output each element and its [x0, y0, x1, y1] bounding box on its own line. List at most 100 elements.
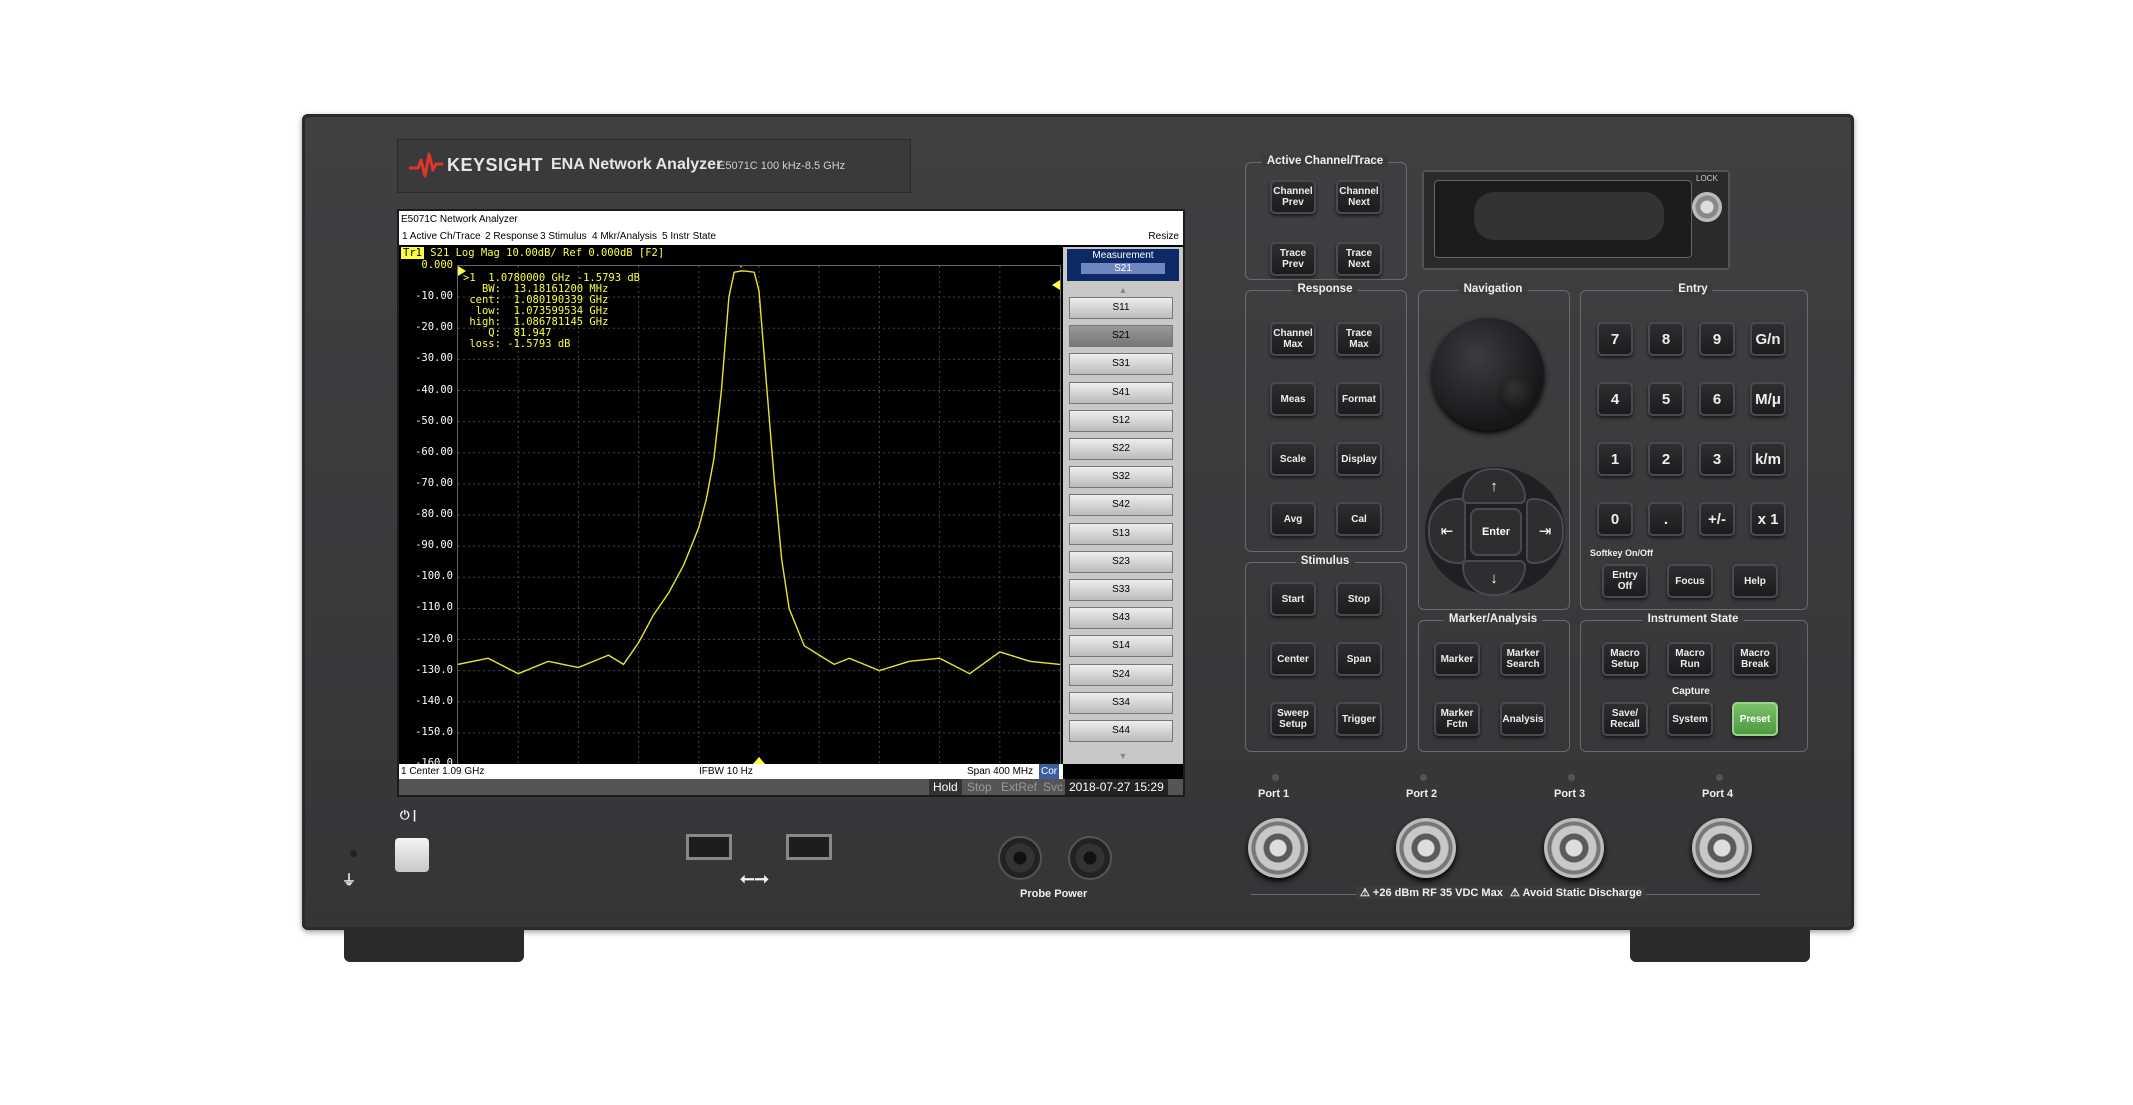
key-save-recall[interactable]: Save/ Recall: [1602, 702, 1648, 736]
usb-port-1[interactable]: [686, 834, 732, 860]
softkey-s43[interactable]: S43: [1069, 607, 1173, 630]
key-entry-8[interactable]: 8: [1648, 322, 1684, 356]
rotary-knob[interactable]: [1432, 318, 1544, 430]
softkey-scroll-down-icon[interactable]: ▼: [1063, 751, 1183, 761]
key-focus[interactable]: Focus: [1667, 564, 1713, 598]
key-entry-6[interactable]: 6: [1699, 382, 1735, 416]
hold-status: Hold: [929, 779, 962, 795]
key-entry-5[interactable]: 5: [1648, 382, 1684, 416]
usb-port-2[interactable]: [786, 834, 832, 860]
key-entry-m[interactable]: M/μ: [1750, 382, 1786, 416]
softkey-s44[interactable]: S44: [1069, 720, 1173, 742]
key-analysis[interactable]: Analysis: [1500, 702, 1546, 736]
softkey-s33[interactable]: S33: [1069, 579, 1173, 601]
key-channel-next[interactable]: Channel Next: [1336, 180, 1382, 214]
key-system[interactable]: System: [1667, 702, 1713, 736]
key-entry-x-1[interactable]: x 1: [1750, 502, 1786, 536]
key-display[interactable]: Display: [1336, 442, 1382, 476]
key-scale[interactable]: Scale: [1270, 442, 1316, 476]
key-entry-0[interactable]: 0: [1597, 502, 1633, 536]
key-preset[interactable]: Preset: [1732, 702, 1778, 736]
right-foot: [1630, 928, 1810, 962]
key-meas[interactable]: Meas: [1270, 382, 1316, 416]
power-button[interactable]: [395, 838, 429, 872]
keysight-logo-icon: [409, 152, 443, 178]
key-entry-9[interactable]: 9: [1699, 322, 1735, 356]
key-entry-[interactable]: +/-: [1699, 502, 1735, 536]
key-entry-1[interactable]: 1: [1597, 442, 1633, 476]
resize-button[interactable]: Resize: [1148, 228, 1179, 245]
key-trigger[interactable]: Trigger: [1336, 702, 1382, 736]
key-entry-off[interactable]: Entry Off: [1602, 564, 1648, 598]
key-center[interactable]: Center: [1270, 642, 1316, 676]
key-marker-fctn[interactable]: Marker Fctn: [1434, 702, 1480, 736]
key-trace-prev[interactable]: Trace Prev: [1270, 242, 1316, 276]
port-1-connector[interactable]: [1248, 818, 1308, 878]
softkey-s32[interactable]: S32: [1069, 466, 1173, 489]
key-cal[interactable]: Cal: [1336, 502, 1382, 536]
softkey-s24[interactable]: S24: [1069, 663, 1173, 686]
key-entry-[interactable]: .: [1648, 502, 1684, 536]
port-4-led: [1716, 774, 1723, 781]
key-channel-prev[interactable]: Channel Prev: [1270, 180, 1316, 214]
y-tick-label: -30.00: [415, 352, 453, 365]
enter-button[interactable]: Enter: [1470, 508, 1522, 556]
trace-tag[interactable]: Tr1: [401, 247, 424, 259]
softkey-s23[interactable]: S23: [1069, 550, 1173, 573]
power-symbol-icon: ⏻ |: [400, 808, 417, 822]
y-tick-label: -60.00: [415, 445, 453, 458]
softkey-s41[interactable]: S41: [1069, 381, 1173, 404]
y-tick-label: -90.00: [415, 539, 453, 552]
softkey-s42[interactable]: S42: [1069, 494, 1173, 517]
lock-icon[interactable]: [1692, 192, 1722, 222]
group-label-instr: Instrument State: [1642, 613, 1744, 625]
key-entry-g-n[interactable]: G/n: [1750, 322, 1786, 356]
trace-info: Tr1 S21 Log Mag 10.00dB/ Ref 0.000dB [F2…: [401, 247, 664, 259]
softkey-s22[interactable]: S22: [1069, 438, 1173, 460]
softkey-title[interactable]: Measurement S21: [1067, 249, 1179, 281]
key-trace-next[interactable]: Trace Next: [1336, 242, 1382, 276]
softkey-s13[interactable]: S13: [1069, 522, 1173, 545]
key-start[interactable]: Start: [1270, 582, 1316, 616]
port-2-connector[interactable]: [1396, 818, 1456, 878]
key-entry-2[interactable]: 2: [1648, 442, 1684, 476]
key-entry-7[interactable]: 7: [1597, 322, 1633, 356]
key-span[interactable]: Span: [1336, 642, 1382, 676]
port-4-connector[interactable]: [1692, 818, 1752, 878]
port-3-connector[interactable]: [1544, 818, 1604, 878]
softkey-s31[interactable]: S31: [1069, 353, 1173, 376]
key-macro-setup[interactable]: Macro Setup: [1602, 642, 1648, 676]
key-marker[interactable]: Marker: [1434, 642, 1480, 676]
key-format[interactable]: Format: [1336, 382, 1382, 416]
key-trace-max[interactable]: Trace Max: [1336, 322, 1382, 356]
softkey-scroll-up-icon[interactable]: ▲: [1063, 285, 1183, 295]
key-marker-search[interactable]: Marker Search: [1500, 642, 1546, 676]
key-channel-max[interactable]: Channel Max: [1270, 322, 1316, 356]
key-macro-run[interactable]: Macro Run: [1667, 642, 1713, 676]
menu-instr-state[interactable]: 5 Instr State: [662, 228, 716, 245]
softkey-menu: Measurement S21 ▲ ▼ S11 S21 S31 S41 S12 S22 S3…: [1063, 247, 1183, 764]
key-entry-k-m[interactable]: k/m: [1750, 442, 1786, 476]
softkey-s11[interactable]: S11: [1069, 297, 1173, 319]
probe-power-connector-2[interactable]: [1068, 836, 1112, 880]
key-help[interactable]: Help: [1732, 564, 1778, 598]
model-name: ENA Network Analyzer: [551, 156, 723, 173]
softkey-s21[interactable]: S21: [1069, 325, 1173, 348]
softkey-s12[interactable]: S12: [1069, 409, 1173, 432]
menu-response[interactable]: 2 Response: [485, 228, 538, 245]
y-tick-label: -40.00: [415, 383, 453, 396]
key-macro-break[interactable]: Macro Break: [1732, 642, 1778, 676]
key-sweep-setup[interactable]: Sweep Setup: [1270, 702, 1316, 736]
probe-power-connector-1[interactable]: [998, 836, 1042, 880]
lock-label: LOCK: [1696, 174, 1718, 183]
window-title: E5071C Network Analyzer: [399, 211, 1183, 228]
menu-mkr-analysis[interactable]: 4 Mkr/Analysis: [592, 228, 657, 245]
menu-stimulus[interactable]: 3 Stimulus: [540, 228, 587, 245]
key-entry-3[interactable]: 3: [1699, 442, 1735, 476]
key-stop[interactable]: Stop: [1336, 582, 1382, 616]
softkey-s34[interactable]: S34: [1069, 691, 1173, 714]
key-avg[interactable]: Avg: [1270, 502, 1316, 536]
softkey-s14[interactable]: S14: [1069, 635, 1173, 658]
menu-active-ch-trace[interactable]: 1 Active Ch/Trace: [402, 228, 481, 245]
key-entry-4[interactable]: 4: [1597, 382, 1633, 416]
